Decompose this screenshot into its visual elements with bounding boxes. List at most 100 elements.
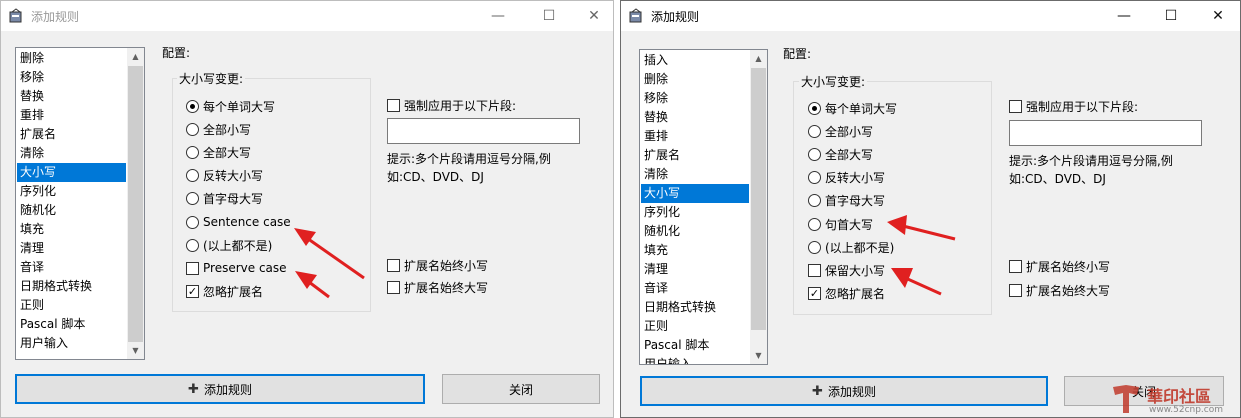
radio-button[interactable] [808,171,821,185]
rule-list-item[interactable]: 重排 [641,127,749,146]
force-segments-box[interactable] [387,98,400,112]
radio-button[interactable] [186,99,199,113]
rule-list-item[interactable]: 删除 [17,49,126,68]
case-option-checkbox[interactable]: Preserve case [186,260,287,276]
radio-button[interactable] [186,122,199,136]
checkbox-box[interactable]: ✓ [808,287,821,301]
rule-list[interactable]: 用户输入 Pascal 脚本 正则 日期格式转换 音译 清理 填充 随机化 序列化 大小写 清除 扩展… [15,47,145,360]
case-option-radio[interactable]: 反转大小写 [808,170,885,186]
scroll-up-icon[interactable]: ▲ [127,48,144,65]
radio-button[interactable] [186,238,199,252]
case-option-radio[interactable]: 全部小写 [808,123,873,139]
force-segments-checkbox[interactable]: 强制应用于以下片段: [1009,98,1138,114]
checkbox-box[interactable] [808,263,821,277]
rule-list-item[interactable]: 随机化 [641,222,749,241]
radio-button[interactable] [808,240,821,254]
ext-uppercase-checkbox[interactable]: 扩展名始终大写 [1009,282,1110,298]
checkbox-box[interactable] [186,261,199,275]
case-option-radio[interactable]: 全部大写 [186,144,251,160]
rule-list-item[interactable]: 随机化 [17,201,126,220]
minimize-icon[interactable]: — [1101,1,1147,31]
ext-lowercase-checkbox[interactable]: 扩展名始终小写 [1009,258,1110,274]
rule-list-item[interactable]: 日期格式转换 [17,277,126,296]
rule-list-item[interactable]: 填充 [641,241,749,260]
rule-list-item[interactable]: 序列化 [17,182,126,201]
force-segments-box[interactable] [1009,99,1022,113]
rule-list-item[interactable]: Pascal 脚本 [17,315,126,334]
case-option-radio[interactable]: 句首大写 [808,216,873,232]
rule-list-item[interactable]: 清除 [17,144,126,163]
case-option-checkbox[interactable]: 保留大小写 [808,262,885,278]
radio-button[interactable] [186,145,199,159]
rule-list-item[interactable]: 日期格式转换 [641,298,749,317]
radio-button[interactable] [808,194,821,208]
rule-list-item[interactable]: 填充 [17,220,126,239]
minimize-icon[interactable]: — [475,1,521,31]
scroll-thumb[interactable] [751,68,766,330]
radio-button[interactable] [808,147,821,161]
case-option-radio[interactable]: Sentence case [186,214,291,230]
list-scrollbar[interactable]: ▲ ▼ [750,50,767,364]
radio-button[interactable] [808,217,821,231]
case-option-radio[interactable]: 全部小写 [186,121,251,137]
ext-uppercase-checkbox[interactable]: 扩展名始终大写 [387,279,488,295]
scroll-down-icon[interactable]: ▼ [750,347,767,364]
scroll-up-icon[interactable]: ▲ [750,50,767,67]
case-option-checkbox[interactable]: ✓ 忽略扩展名 [808,286,885,302]
add-rule-button[interactable]: ✚ 添加规则 [640,376,1048,406]
rule-list-item[interactable]: 插入 [641,51,749,70]
rule-list-item[interactable]: 大小写 [641,184,749,203]
close-icon[interactable]: ✕ [571,1,613,31]
case-option-radio[interactable]: 每个单词大写 [808,100,897,116]
rule-list-item[interactable]: 替换 [641,108,749,127]
rule-list-item[interactable]: 移除 [641,89,749,108]
case-option-radio[interactable]: 全部大写 [808,146,873,162]
rule-list-item[interactable]: 大小写 [17,163,126,182]
scroll-thumb[interactable] [128,66,143,342]
rule-list-item[interactable]: 正则 [17,296,126,315]
close-icon[interactable]: ✕ [1195,1,1240,31]
rule-list-item[interactable]: 扩展名 [641,146,749,165]
radio-button[interactable] [186,215,199,229]
case-option-radio[interactable]: 首字母大写 [186,191,263,207]
rule-list-item[interactable]: 替换 [17,87,126,106]
rule-list-item[interactable]: 删除 [641,70,749,89]
rule-list-item[interactable]: 扩展名 [17,125,126,144]
case-option-checkbox[interactable]: ✓ 忽略扩展名 [186,284,263,300]
force-segments-input[interactable] [1009,120,1202,146]
rule-list-item[interactable]: 序列化 [641,203,749,222]
radio-button[interactable] [186,192,199,206]
case-option-radio[interactable]: 反转大小写 [186,168,263,184]
ext-lowercase-box[interactable] [387,258,400,272]
radio-button[interactable] [808,101,821,115]
case-option-radio[interactable]: 首字母大写 [808,193,885,209]
case-option-radio[interactable]: 每个单词大写 [186,98,275,114]
rule-list-item[interactable]: 音译 [641,279,749,298]
rule-list-item[interactable]: Pascal 脚本 [641,336,749,355]
case-option-radio[interactable]: (以上都不是) [808,239,894,255]
rule-list-item[interactable]: 用户输入 [17,334,126,353]
rule-list-item[interactable]: 正则 [641,317,749,336]
force-segments-input[interactable] [387,118,580,144]
list-scrollbar[interactable]: ▲ ▼ [127,48,144,359]
rule-list-item[interactable]: 清理 [17,239,126,258]
rule-list-item[interactable]: 用户输入 [641,355,749,364]
rule-list-item[interactable]: 清理 [641,260,749,279]
close-button[interactable]: 关闭 [442,374,600,404]
maximize-icon[interactable]: ☐ [1148,1,1194,31]
rule-list[interactable]: 用户输入 Pascal 脚本 正则 日期格式转换 音译 清理 填充 随机化 序列化 大小写 清除 扩展… [639,49,768,365]
checkbox-box[interactable]: ✓ [186,285,199,299]
add-rule-button[interactable]: ✚ 添加规则 [15,374,425,404]
scroll-down-icon[interactable]: ▼ [127,342,144,359]
ext-uppercase-box[interactable] [387,280,400,294]
radio-button[interactable] [808,124,821,138]
force-segments-checkbox[interactable]: 强制应用于以下片段: [387,97,516,113]
ext-lowercase-box[interactable] [1009,259,1022,273]
ext-uppercase-box[interactable] [1009,283,1022,297]
rule-list-item[interactable]: 移除 [17,68,126,87]
maximize-icon[interactable]: ☐ [526,1,572,31]
case-option-radio[interactable]: (以上都不是) [186,237,272,253]
ext-lowercase-checkbox[interactable]: 扩展名始终小写 [387,257,488,273]
rule-list-item[interactable]: 重排 [17,106,126,125]
rule-list-item[interactable]: 音译 [17,258,126,277]
